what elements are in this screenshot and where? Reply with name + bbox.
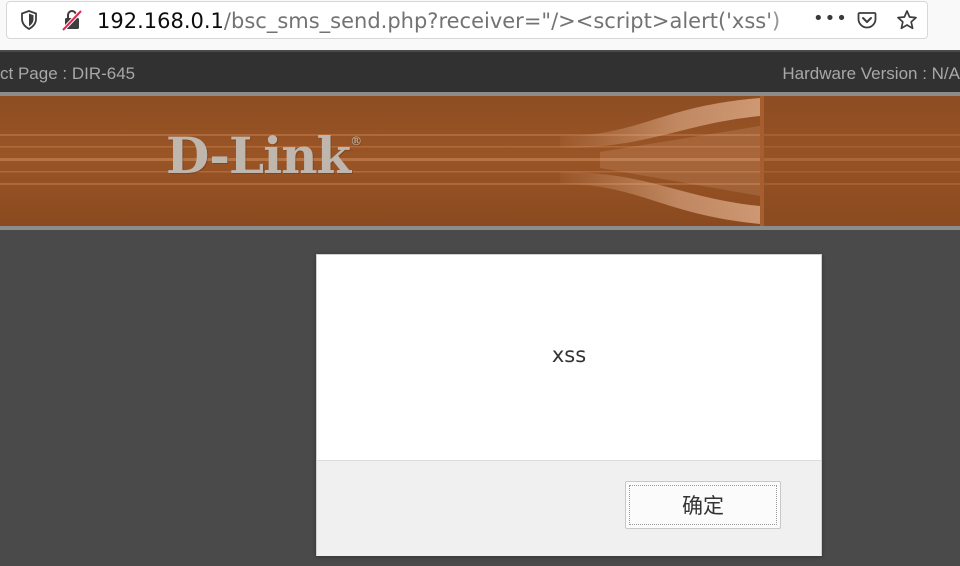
dlink-banner: D-Link® [0,96,960,226]
url-path: /bsc_sms_send.php?receiver="/><script>al… [223,9,781,33]
logo-text: D-Link [166,126,351,185]
logo-registered-mark: ® [350,134,362,148]
dlink-logo: D-Link® [166,126,362,185]
banner-stripes [0,96,960,226]
url-host: 192.168.0.1 [97,9,224,33]
insecure-lock-icon[interactable] [57,2,87,38]
divider-bottom [0,226,960,230]
browser-toolbar: 192.168.0.1/bsc_sms_send.php?receiver="/… [0,0,960,50]
ok-button[interactable]: 确定 [625,481,781,529]
page-header-strip: ct Page : DIR-645 Hardware Version : N/A [0,52,960,92]
more-icon[interactable]: ••• [813,2,848,38]
address-bar[interactable]: 192.168.0.1/bsc_sms_send.php?receiver="/… [6,1,928,39]
alert-footer: 确定 [317,460,821,556]
product-page-label: ct Page : DIR-645 [0,64,136,83]
pocket-icon[interactable] [853,2,881,38]
shield-icon[interactable] [15,2,43,38]
url-text[interactable]: 192.168.0.1/bsc_sms_send.php?receiver="/… [97,2,797,38]
alert-dialog: xss 确定 [316,254,822,556]
alert-message: xss [551,343,587,367]
url-fade [767,2,807,38]
hardware-version-label: Hardware Version : N/A [782,64,960,83]
bookmark-star-icon[interactable] [893,2,921,38]
ok-button-label: 确定 [629,485,777,525]
